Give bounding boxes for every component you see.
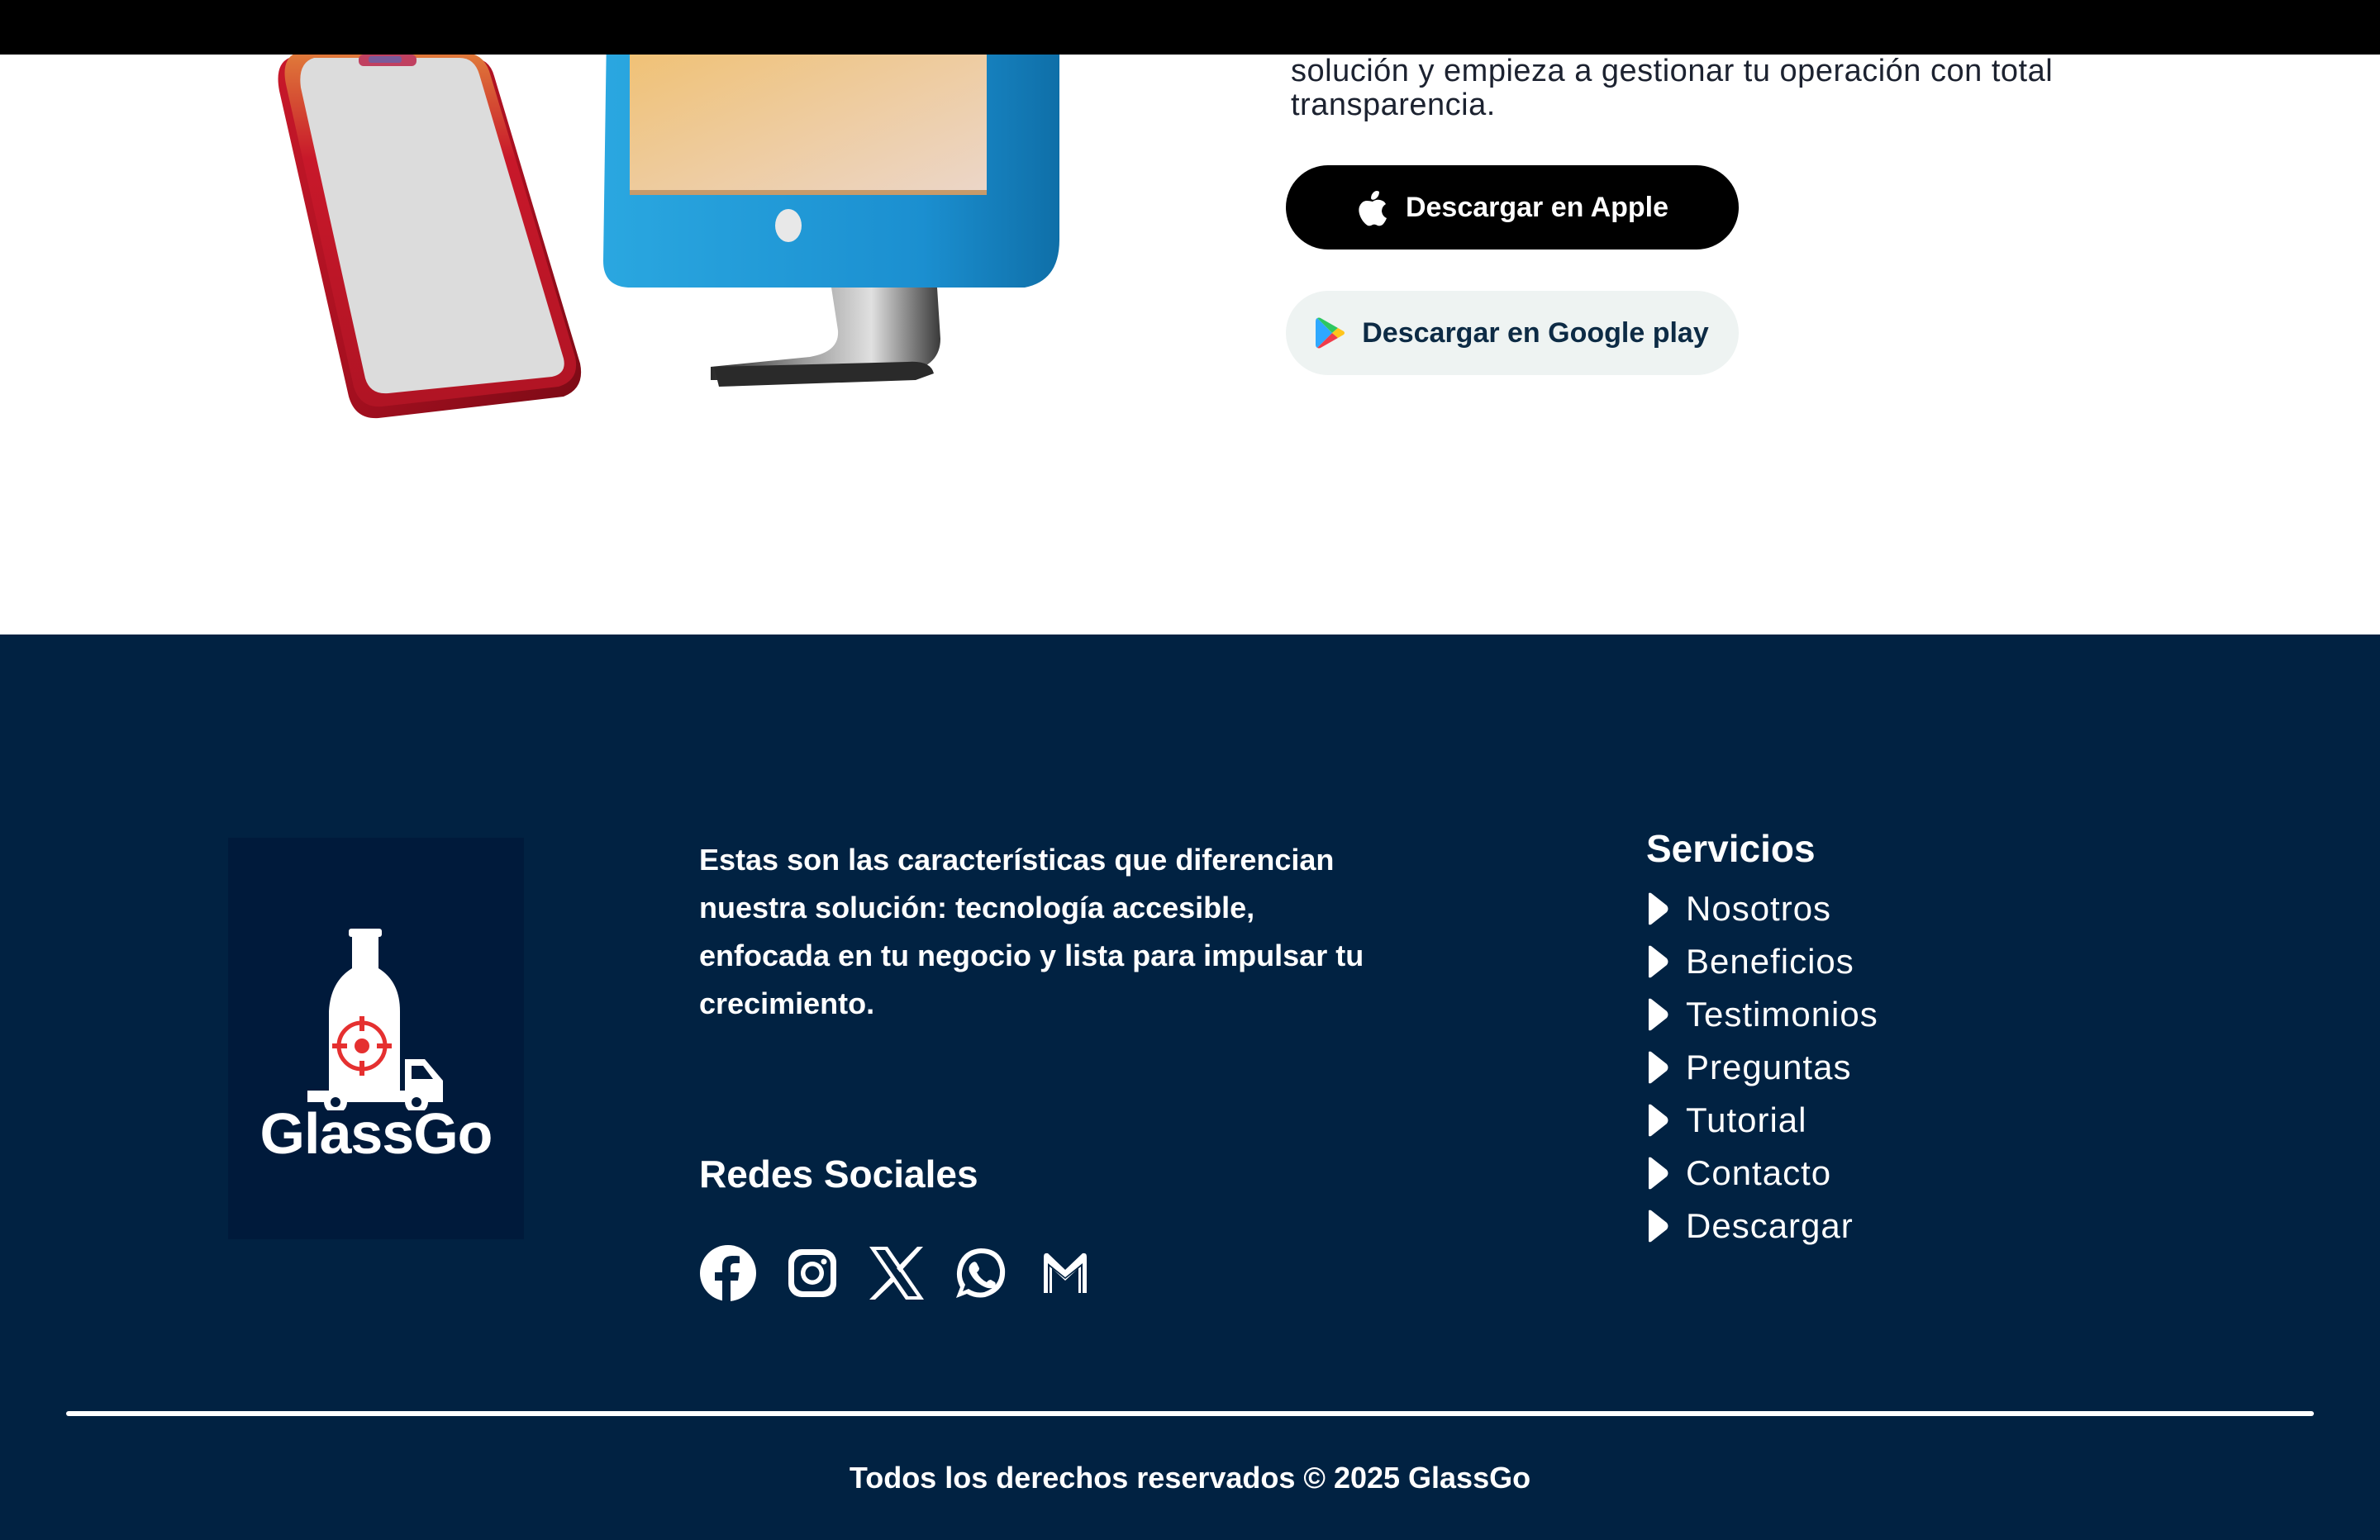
download-google-play-button[interactable]: Descargar en Google play [1286, 291, 1739, 375]
footer-description: Estas son las características que difere… [699, 843, 1364, 1020]
social-icons [699, 1244, 1094, 1302]
services-item-tutorial[interactable]: Tutorial [1646, 1094, 1878, 1147]
services-item-contacto[interactable]: Contacto [1646, 1147, 1878, 1200]
footer-divider [66, 1411, 2314, 1416]
services-list: Nosotros Beneficios Testimonios Pregunta… [1646, 882, 1878, 1252]
download-description-line-2: transparencia. [1291, 88, 1496, 122]
play-arrow-icon [1649, 1051, 1668, 1084]
glassgo-truck-bottle-icon [307, 929, 443, 1110]
download-section: solución y empieza a gestionar tu operac… [0, 0, 2380, 635]
services-item-descargar[interactable]: Descargar [1646, 1200, 1878, 1252]
services-title: Servicios [1646, 827, 1816, 870]
facebook-icon[interactable] [699, 1244, 757, 1302]
play-arrow-icon [1649, 892, 1668, 925]
whatsapp-icon[interactable] [952, 1244, 1010, 1302]
services-item-preguntas[interactable]: Preguntas [1646, 1041, 1878, 1094]
copyright-text: Todos los derechos reservados © 2025 Gla… [849, 1461, 1531, 1495]
services-item-nosotros[interactable]: Nosotros [1646, 882, 1878, 935]
devices-illustration [278, 33, 1059, 419]
site-footer: GlassGo Estas son las características qu… [0, 635, 2380, 1540]
download-description: solución y empieza a gestionar tu operac… [1291, 55, 2200, 122]
download-apple-button[interactable]: Descargar en Apple [1286, 165, 1739, 250]
social-title: Redes Sociales [699, 1153, 978, 1195]
footer-logo[interactable]: GlassGo [228, 838, 524, 1239]
download-apple-label: Descargar en Apple [1405, 191, 1669, 223]
download-description-line-1: solución y empieza a gestionar tu operac… [1291, 54, 2054, 88]
services-item-beneficios[interactable]: Beneficios [1646, 935, 1878, 988]
play-arrow-icon [1649, 945, 1668, 978]
instagram-icon[interactable] [783, 1244, 841, 1302]
gmail-icon[interactable] [1036, 1244, 1094, 1302]
top-bar [0, 0, 2380, 55]
play-arrow-icon [1649, 1157, 1668, 1190]
apple-icon [1359, 191, 1387, 226]
play-arrow-icon [1649, 1210, 1668, 1243]
play-arrow-icon [1649, 1104, 1668, 1137]
x-icon[interactable] [868, 1244, 926, 1302]
services-item-testimonios[interactable]: Testimonios [1646, 988, 1878, 1041]
logo-text: GlassGo [259, 1101, 493, 1166]
download-google-play-label: Descargar en Google play [1362, 316, 1709, 349]
google-play-icon [1316, 317, 1345, 349]
play-arrow-icon [1649, 998, 1668, 1031]
